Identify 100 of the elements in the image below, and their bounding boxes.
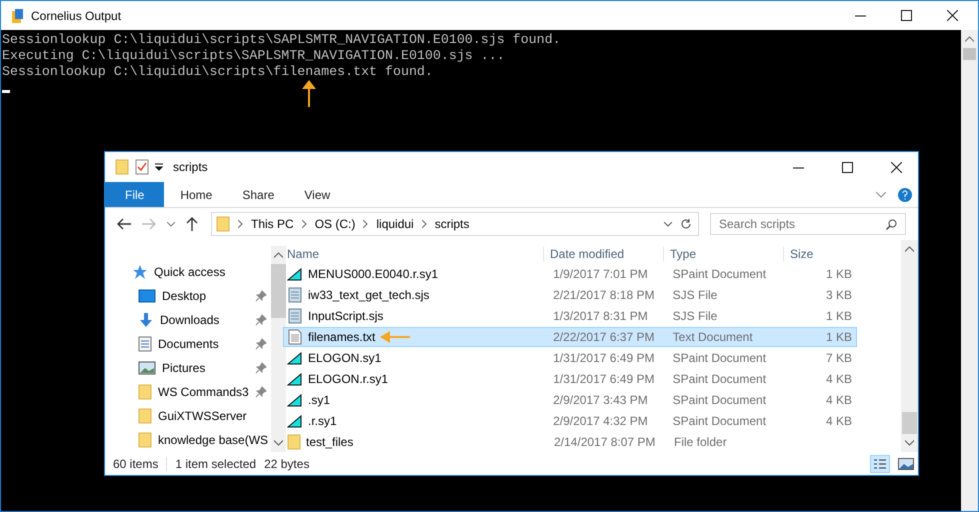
file-row[interactable]: ELOGON.sy1 1/31/2017 6:49 PM SPaint Document 7 KB — [283, 348, 857, 368]
type-cell-text: SPaint Document — [672, 393, 768, 407]
file-row[interactable]: InputScript.sjs 1/3/2017 8:31 PM SJS File 1 KB — [283, 306, 857, 326]
size-cell-text: 3 KB — [825, 288, 854, 302]
star-icon — [132, 264, 148, 280]
chevron-right-icon — [238, 220, 243, 228]
type-cell-text: SPaint Document — [672, 267, 768, 281]
size-cell-text: 1 KB — [825, 309, 854, 323]
help-icon[interactable] — [898, 188, 912, 202]
scroll-up-icon[interactable] — [965, 36, 974, 42]
type-cell-text: SPaint Document — [672, 414, 768, 428]
size-cell-text: 1 KB — [825, 330, 854, 344]
search-icon[interactable] — [886, 219, 897, 230]
maximize-icon[interactable] — [901, 10, 912, 21]
back-arrow-icon[interactable] — [117, 218, 131, 230]
maximize-icon[interactable] — [842, 162, 853, 172]
nav-item[interactable]: GuiXTWSServer — [105, 404, 271, 428]
address-bar[interactable]: This PC OS (C:) liquidui scripts — [211, 212, 699, 236]
file-name: test_files — [306, 435, 354, 449]
console-line: Executing C:\liquidui\scripts\SAPLSMTR_NAVIGATION.E0100.sjs ... — [2, 48, 506, 64]
scrollbar[interactable] — [270, 246, 286, 452]
nav-item[interactable]: Desktop — [105, 284, 271, 308]
desktop-icon — [138, 289, 156, 303]
file-row[interactable]: .r.sy1 2/9/2017 4:32 PM SPaint Document 4 KB — [283, 411, 857, 431]
console-line: Sessionlookup C:\liquidui\scripts\SAPLSMTR_NAVIGATION.E0100.sjs found. — [2, 32, 562, 48]
scrollbar[interactable] — [901, 240, 918, 452]
annotation-arrow — [302, 80, 316, 108]
details-view-icon[interactable] — [870, 454, 890, 472]
scroll-thumb[interactable] — [963, 48, 976, 60]
file-row[interactable]: test_files 2/14/2017 8:07 PM File folder — [283, 432, 857, 452]
close-icon[interactable] — [891, 162, 902, 172]
folder-icon — [287, 434, 301, 450]
chevron-down-icon[interactable] — [876, 192, 886, 198]
up-arrow-icon[interactable] — [186, 217, 198, 231]
nav-item[interactable]: WS Commands3 — [105, 380, 271, 404]
folder-icon — [216, 216, 230, 232]
nav-item[interactable]: knowledge base(WS — [105, 428, 271, 452]
ribbon-tab[interactable]: Home — [166, 182, 226, 207]
pin-icon[interactable] — [254, 338, 267, 350]
file-icon — [287, 371, 303, 387]
chevron-down-icon[interactable] — [664, 222, 672, 226]
ribbon-tab[interactable]: Share — [228, 182, 288, 207]
thumbnail-view-icon[interactable] — [898, 458, 914, 470]
file-icon — [287, 413, 303, 429]
properties-icon[interactable] — [135, 159, 149, 175]
ribbon-tab[interactable]: View — [290, 182, 344, 207]
chevron-right-icon — [302, 220, 307, 228]
file-row[interactable]: .sy1 2/9/2017 3:43 PM SPaint Document 4 KB — [283, 390, 857, 410]
file-name: .r.sy1 — [308, 414, 337, 428]
type-cell-text: File folder — [673, 435, 728, 449]
date-cell-text: 1/31/2017 6:49 PM — [552, 372, 656, 386]
folder-icon — [138, 408, 152, 424]
chevron-down-icon[interactable] — [167, 222, 175, 226]
close-icon[interactable] — [947, 10, 958, 21]
document-icon — [138, 336, 152, 352]
scroll-thumb[interactable] — [270, 264, 286, 318]
ribbon-tab[interactable]: File — [105, 182, 164, 207]
date-cell-text: 2/9/2017 3:43 PM — [552, 393, 649, 407]
pictures-icon — [138, 361, 156, 375]
scroll-up-icon[interactable] — [274, 252, 283, 258]
file-row[interactable]: MENUS000.E0040.r.sy1 1/9/2017 7:01 PM SPaint Document 1 KB — [283, 264, 857, 284]
breadcrumb-item[interactable]: OS (C:) — [314, 217, 356, 231]
pin-icon[interactable] — [254, 314, 267, 326]
script-file-icon — [287, 287, 303, 303]
file-icon — [287, 266, 303, 282]
size-cell-text: 1 KB — [825, 267, 854, 281]
column-header[interactable]: Type — [663, 247, 783, 261]
file-row[interactable]: filenames.txt 2/22/2017 6:37 PM Text Document 1 KB — [283, 327, 857, 347]
date-cell-text: 2/14/2017 8:07 PM — [553, 435, 656, 449]
pin-icon[interactable] — [254, 386, 267, 398]
file-row[interactable]: ELOGON.r.sy1 1/31/2017 6:49 PM SPaint Document 4 KB — [283, 369, 857, 389]
search-field[interactable]: Search scripts — [710, 213, 906, 235]
type-cell-text: SJS File — [672, 309, 718, 323]
nav-item[interactable]: Documents — [105, 332, 271, 356]
scroll-up-icon[interactable] — [905, 246, 914, 252]
nav-item[interactable]: Quick access — [105, 260, 271, 284]
file-row[interactable]: iw33_text_get_tech.sjs 2/21/2017 8:18 PM SJS File 3 KB — [283, 285, 857, 305]
column-header[interactable]: Date modified — [543, 247, 663, 261]
pin-icon[interactable] — [254, 290, 267, 302]
scrollbar[interactable] — [961, 30, 978, 511]
column-header[interactable]: Size — [783, 247, 853, 261]
annotation-arrow — [380, 331, 410, 343]
nav-item[interactable]: Downloads — [105, 308, 271, 332]
type-cell-text: SPaint Document — [672, 372, 768, 386]
breadcrumb-item[interactable]: liquidui — [376, 217, 414, 231]
pin-icon[interactable] — [254, 362, 267, 374]
scroll-thumb[interactable] — [902, 412, 917, 434]
script-file-icon — [287, 308, 303, 324]
chevron-right-icon — [422, 220, 427, 228]
breadcrumb-item[interactable]: This PC — [251, 217, 294, 231]
scroll-down-icon[interactable] — [274, 440, 283, 446]
dropdown-icon[interactable] — [155, 163, 163, 171]
column-header[interactable]: Name — [279, 247, 543, 261]
type-cell-text: SPaint Document — [672, 351, 768, 365]
status-text: 60 items — [113, 456, 168, 470]
breadcrumb-item[interactable]: scripts — [434, 217, 470, 231]
nav-item[interactable]: Pictures — [105, 356, 271, 380]
download-icon — [138, 312, 154, 328]
scroll-down-icon[interactable] — [905, 440, 914, 446]
refresh-icon[interactable] — [680, 218, 692, 230]
